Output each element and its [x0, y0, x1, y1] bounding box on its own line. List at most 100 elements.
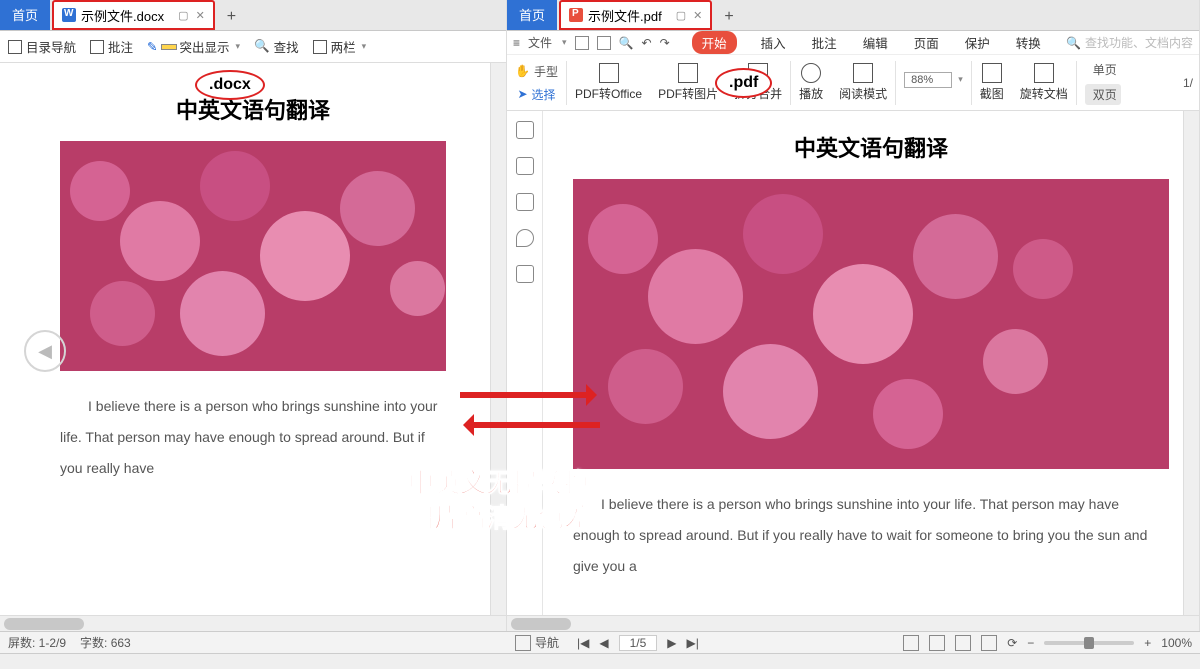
- rotate-button[interactable]: 旋转文档: [1012, 63, 1076, 102]
- last-page-button[interactable]: ▶|: [687, 636, 699, 650]
- view-mode-3-icon[interactable]: [981, 635, 997, 651]
- undo-icon[interactable]: ↶: [642, 36, 652, 50]
- first-page-button[interactable]: |◀: [577, 636, 589, 650]
- search-icon: 🔍: [254, 39, 270, 54]
- word-pane: 首页 示例文件.docx ▢ ✕ + 目录导航 批注 ✎突出显示▾ 🔍查找 两栏…: [0, 0, 507, 631]
- nav-label[interactable]: 导航: [535, 634, 559, 651]
- doc-title-left: 中英文语句翻译: [60, 93, 446, 125]
- fit-icon[interactable]: ⟳: [1007, 636, 1017, 650]
- menu-icon[interactable]: ≡: [513, 36, 520, 50]
- left-tabbar: 首页 示例文件.docx ▢ ✕ +: [0, 0, 506, 31]
- hscroll-right[interactable]: [507, 615, 1199, 631]
- vscroll-right[interactable]: [1183, 111, 1199, 615]
- comment-panel-icon[interactable]: [516, 193, 534, 211]
- tab-close-icon[interactable]: ✕: [693, 10, 702, 22]
- tab-close-icon[interactable]: ✕: [196, 10, 205, 22]
- add-tab-right[interactable]: +: [724, 8, 733, 30]
- chevron-down-icon[interactable]: ▾: [362, 41, 367, 52]
- find-button[interactable]: 🔍查找: [254, 37, 299, 56]
- doc-body-right: I believe there is a person who brings s…: [573, 489, 1169, 581]
- left-toolbar: 目录导航 批注 ✎突出显示▾ 🔍查找 两栏▾: [0, 31, 506, 63]
- tab-start[interactable]: 开始: [692, 31, 737, 54]
- doc-title-right: 中英文语句翻译: [573, 131, 1169, 163]
- image-panel-icon[interactable]: [516, 157, 534, 175]
- tab-convert[interactable]: 转换: [1014, 31, 1043, 54]
- highlight-button[interactable]: ✎突出显示▾: [147, 37, 240, 56]
- pdf-to-office[interactable]: PDF转Office: [567, 63, 650, 102]
- view-mode-1-icon[interactable]: [929, 635, 945, 651]
- chevron-down-icon[interactable]: ▾: [236, 41, 241, 52]
- prev-page-button[interactable]: ◀: [599, 636, 608, 650]
- zoom-in-button[interactable]: +: [1144, 636, 1151, 650]
- annotate-icon: [90, 40, 104, 54]
- tab-page[interactable]: 页面: [912, 31, 941, 54]
- book-icon: [853, 63, 873, 83]
- tab-annotate[interactable]: 批注: [810, 31, 839, 54]
- pdf-icon: [569, 8, 583, 22]
- search-quick-icon[interactable]: 🔍: [619, 36, 634, 50]
- crop-icon: [982, 63, 1002, 83]
- redo-icon[interactable]: ↷: [660, 36, 670, 50]
- save-icon[interactable]: [575, 36, 589, 50]
- eye-icon[interactable]: [903, 635, 919, 651]
- attachment-icon[interactable]: [516, 229, 534, 247]
- word-icon: [62, 8, 76, 22]
- bookmark-icon[interactable]: [516, 121, 534, 139]
- tab-present-icon[interactable]: ▢: [676, 10, 686, 22]
- scroll-thumb[interactable]: [4, 618, 84, 630]
- read-mode[interactable]: 阅读模式: [831, 63, 895, 102]
- double-page[interactable]: 双页: [1085, 84, 1121, 105]
- next-page-button[interactable]: ▶: [667, 636, 676, 650]
- ext-annotation-right: .pdf: [715, 68, 772, 98]
- select-tool[interactable]: ➤选择: [517, 86, 555, 103]
- screenshot-button[interactable]: 截图: [972, 63, 1012, 102]
- add-tab-left[interactable]: +: [227, 8, 236, 30]
- word-count: 字数: 663: [80, 634, 131, 651]
- scroll-thumb[interactable]: [511, 618, 571, 630]
- tab-insert[interactable]: 插入: [759, 31, 788, 54]
- pen-icon: ✎: [147, 39, 157, 54]
- search-icon: 🔍: [1066, 36, 1081, 50]
- status-bar-left: 屏数: 1-2/9 字数: 663: [0, 631, 507, 653]
- nav-toggle-icon[interactable]: [515, 635, 531, 651]
- prev-slide-button[interactable]: ◀: [24, 330, 66, 372]
- arrow-right: [460, 392, 590, 398]
- nav-icon: [8, 40, 22, 54]
- tab-present-icon[interactable]: ▢: [178, 10, 188, 22]
- zoom-knob[interactable]: [1084, 637, 1094, 649]
- tab-edit[interactable]: 编辑: [861, 31, 890, 54]
- zoom-combo[interactable]: 88%▾: [904, 72, 963, 88]
- page-count: 屏数: 1-2/9: [8, 634, 66, 651]
- flower-image-left: [60, 141, 446, 371]
- hand-tool[interactable]: ✋手型: [515, 63, 558, 80]
- quick-access: ≡ 文件▾ 🔍 ↶ ↷: [507, 34, 676, 51]
- doc-tab-title-right: 示例文件.pdf: [588, 6, 662, 25]
- side-panel: [507, 111, 543, 631]
- hscroll-left[interactable]: [0, 615, 506, 631]
- annotate-button[interactable]: 批注: [90, 37, 133, 56]
- menu-search[interactable]: 🔍 查找功能、文档内容: [1066, 34, 1199, 51]
- single-page[interactable]: 单页: [1089, 61, 1117, 78]
- doc-tab-left[interactable]: 示例文件.docx ▢ ✕: [52, 0, 215, 30]
- zoom-out-button[interactable]: −: [1027, 636, 1034, 650]
- home-tab-left[interactable]: 首页: [0, 0, 50, 30]
- play-button[interactable]: 播放: [791, 63, 831, 102]
- tab-controls-left: ▢ ✕: [174, 9, 205, 22]
- print-icon[interactable]: [597, 36, 611, 50]
- signature-icon[interactable]: [516, 265, 534, 283]
- view-mode-2-icon[interactable]: [955, 635, 971, 651]
- nav-button[interactable]: 目录导航: [8, 37, 76, 56]
- home-tab-right[interactable]: 首页: [507, 0, 557, 30]
- global-bottom-strip: [0, 653, 1200, 669]
- tab-protect[interactable]: 保护: [963, 31, 992, 54]
- file-menu[interactable]: 文件: [528, 34, 552, 51]
- two-column-button[interactable]: 两栏▾: [313, 37, 367, 56]
- doc-area-left: 中英文语句翻译 I believe there is a person who …: [0, 63, 506, 631]
- page-input[interactable]: 1/5: [619, 635, 658, 651]
- doc-tab-right[interactable]: 示例文件.pdf ▢ ✕: [559, 0, 712, 30]
- zoom-slider[interactable]: [1044, 641, 1134, 645]
- highlight-swatch: [162, 45, 176, 49]
- arrow-left: [470, 422, 600, 428]
- hand-icon: ✋: [515, 64, 530, 78]
- flower-image-right: [573, 179, 1169, 469]
